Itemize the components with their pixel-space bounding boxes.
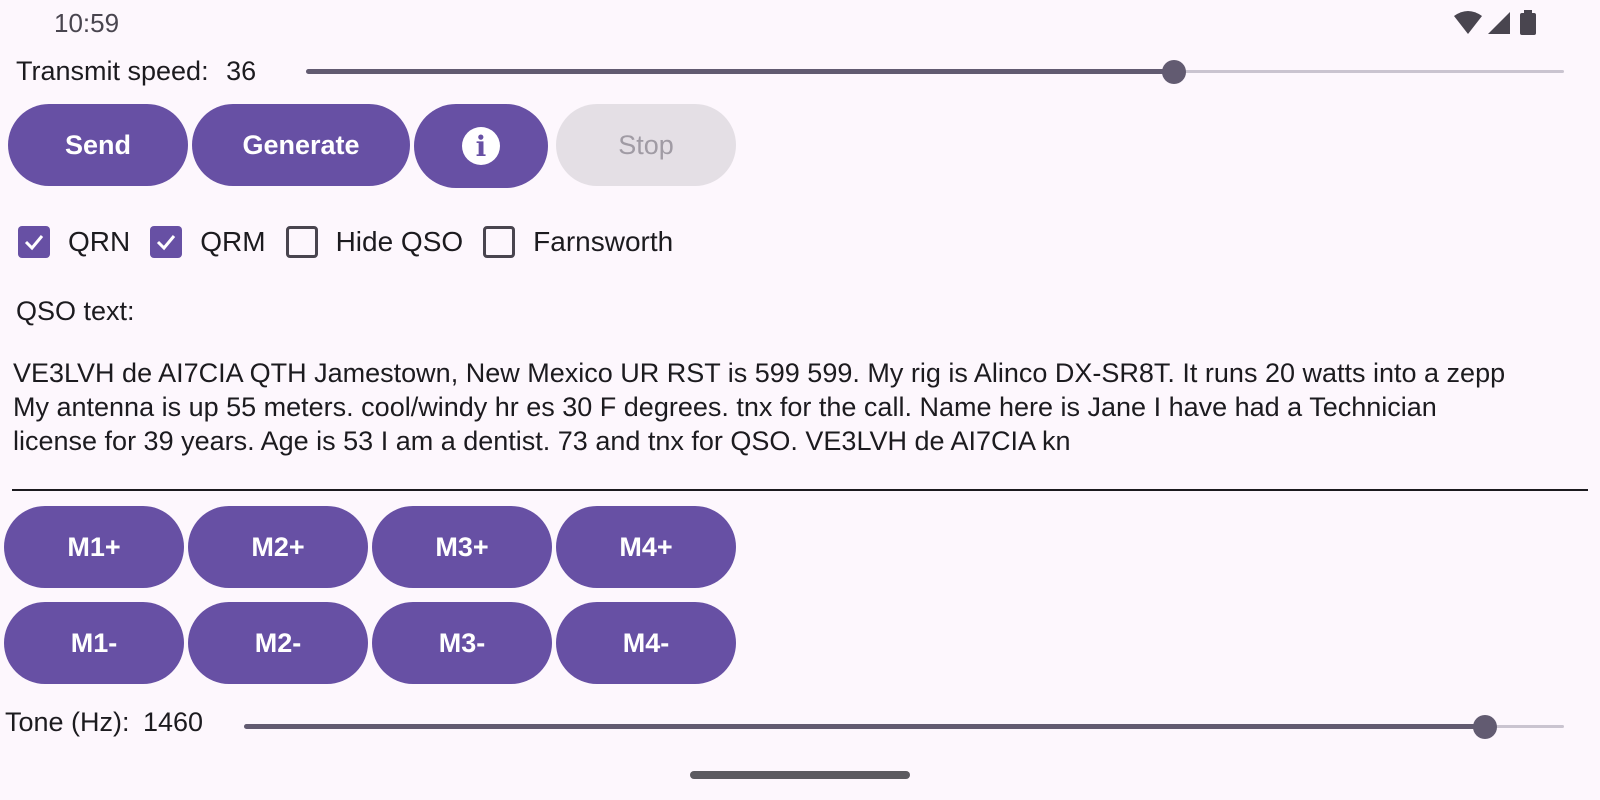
transmit-speed-value: 36 [226, 56, 257, 86]
checkbox-box[interactable] [285, 226, 318, 258]
tone-value: 1460 [143, 707, 204, 737]
m3-plus-button[interactable]: M3+ [372, 506, 552, 588]
stop-button[interactable]: Stop [556, 104, 736, 186]
slider-thumb[interactable] [1162, 60, 1187, 84]
m2-minus-button[interactable]: M2- [188, 602, 368, 684]
checkbox-box[interactable] [18, 226, 50, 258]
wifi-icon [1454, 11, 1482, 34]
qso-text-label: QSO text: [16, 296, 135, 326]
m1-plus-button[interactable]: M1+ [4, 506, 184, 588]
m4-plus-button[interactable]: M4+ [556, 506, 736, 588]
hide-qso-label: Hide QSO [335, 226, 464, 257]
status-icons [1454, 10, 1554, 38]
checkbox-box[interactable] [150, 226, 183, 258]
checkbox-box[interactable] [483, 226, 516, 258]
m4-minus-button[interactable]: M4- [556, 602, 736, 684]
home-gesture-bar[interactable] [690, 771, 910, 779]
generate-button[interactable]: Generate [192, 104, 410, 186]
status-time: 10:59 [54, 8, 120, 38]
transmit-speed-label: Transmit speed: 36 [16, 56, 256, 87]
info-button[interactable]: i [414, 104, 548, 188]
transmit-speed-slider[interactable] [306, 57, 1564, 87]
qrm-checkbox[interactable]: QRM [150, 226, 266, 258]
tone-slider[interactable] [244, 712, 1564, 742]
transmit-speed-label-text: Transmit speed: [16, 56, 209, 86]
qso-text-underline [12, 489, 1588, 491]
slider-thumb[interactable] [1472, 715, 1497, 739]
m1-minus-button[interactable]: M1- [4, 602, 184, 684]
slider-active-track [244, 724, 1485, 729]
battery-icon [1520, 10, 1536, 35]
m3-minus-button[interactable]: M3- [372, 602, 552, 684]
checkmark-icon [157, 235, 176, 251]
qso-text-field[interactable]: VE3LVH de AI7CIA QTH Jamestown, New Mexi… [13, 356, 1598, 458]
farnsworth-label: Farnsworth [533, 226, 674, 257]
checkmark-icon [24, 235, 44, 251]
qrn-label: QRN [68, 226, 131, 257]
m2-plus-button[interactable]: M2+ [188, 506, 368, 588]
tone-label: Tone (Hz): [5, 707, 130, 737]
qrn-checkbox[interactable]: QRN [18, 226, 130, 258]
options-row: QRN QRM Hide QSO Farnsworth [18, 226, 693, 258]
info-icon: i [462, 127, 500, 165]
hide-qso-checkbox[interactable]: Hide QSO [285, 226, 464, 258]
farnsworth-checkbox[interactable]: Farnsworth [483, 226, 673, 258]
send-button[interactable]: Send [8, 104, 188, 186]
qrm-label: QRM [200, 226, 266, 257]
cell-signal-icon [1488, 12, 1510, 34]
slider-active-track [306, 69, 1175, 74]
